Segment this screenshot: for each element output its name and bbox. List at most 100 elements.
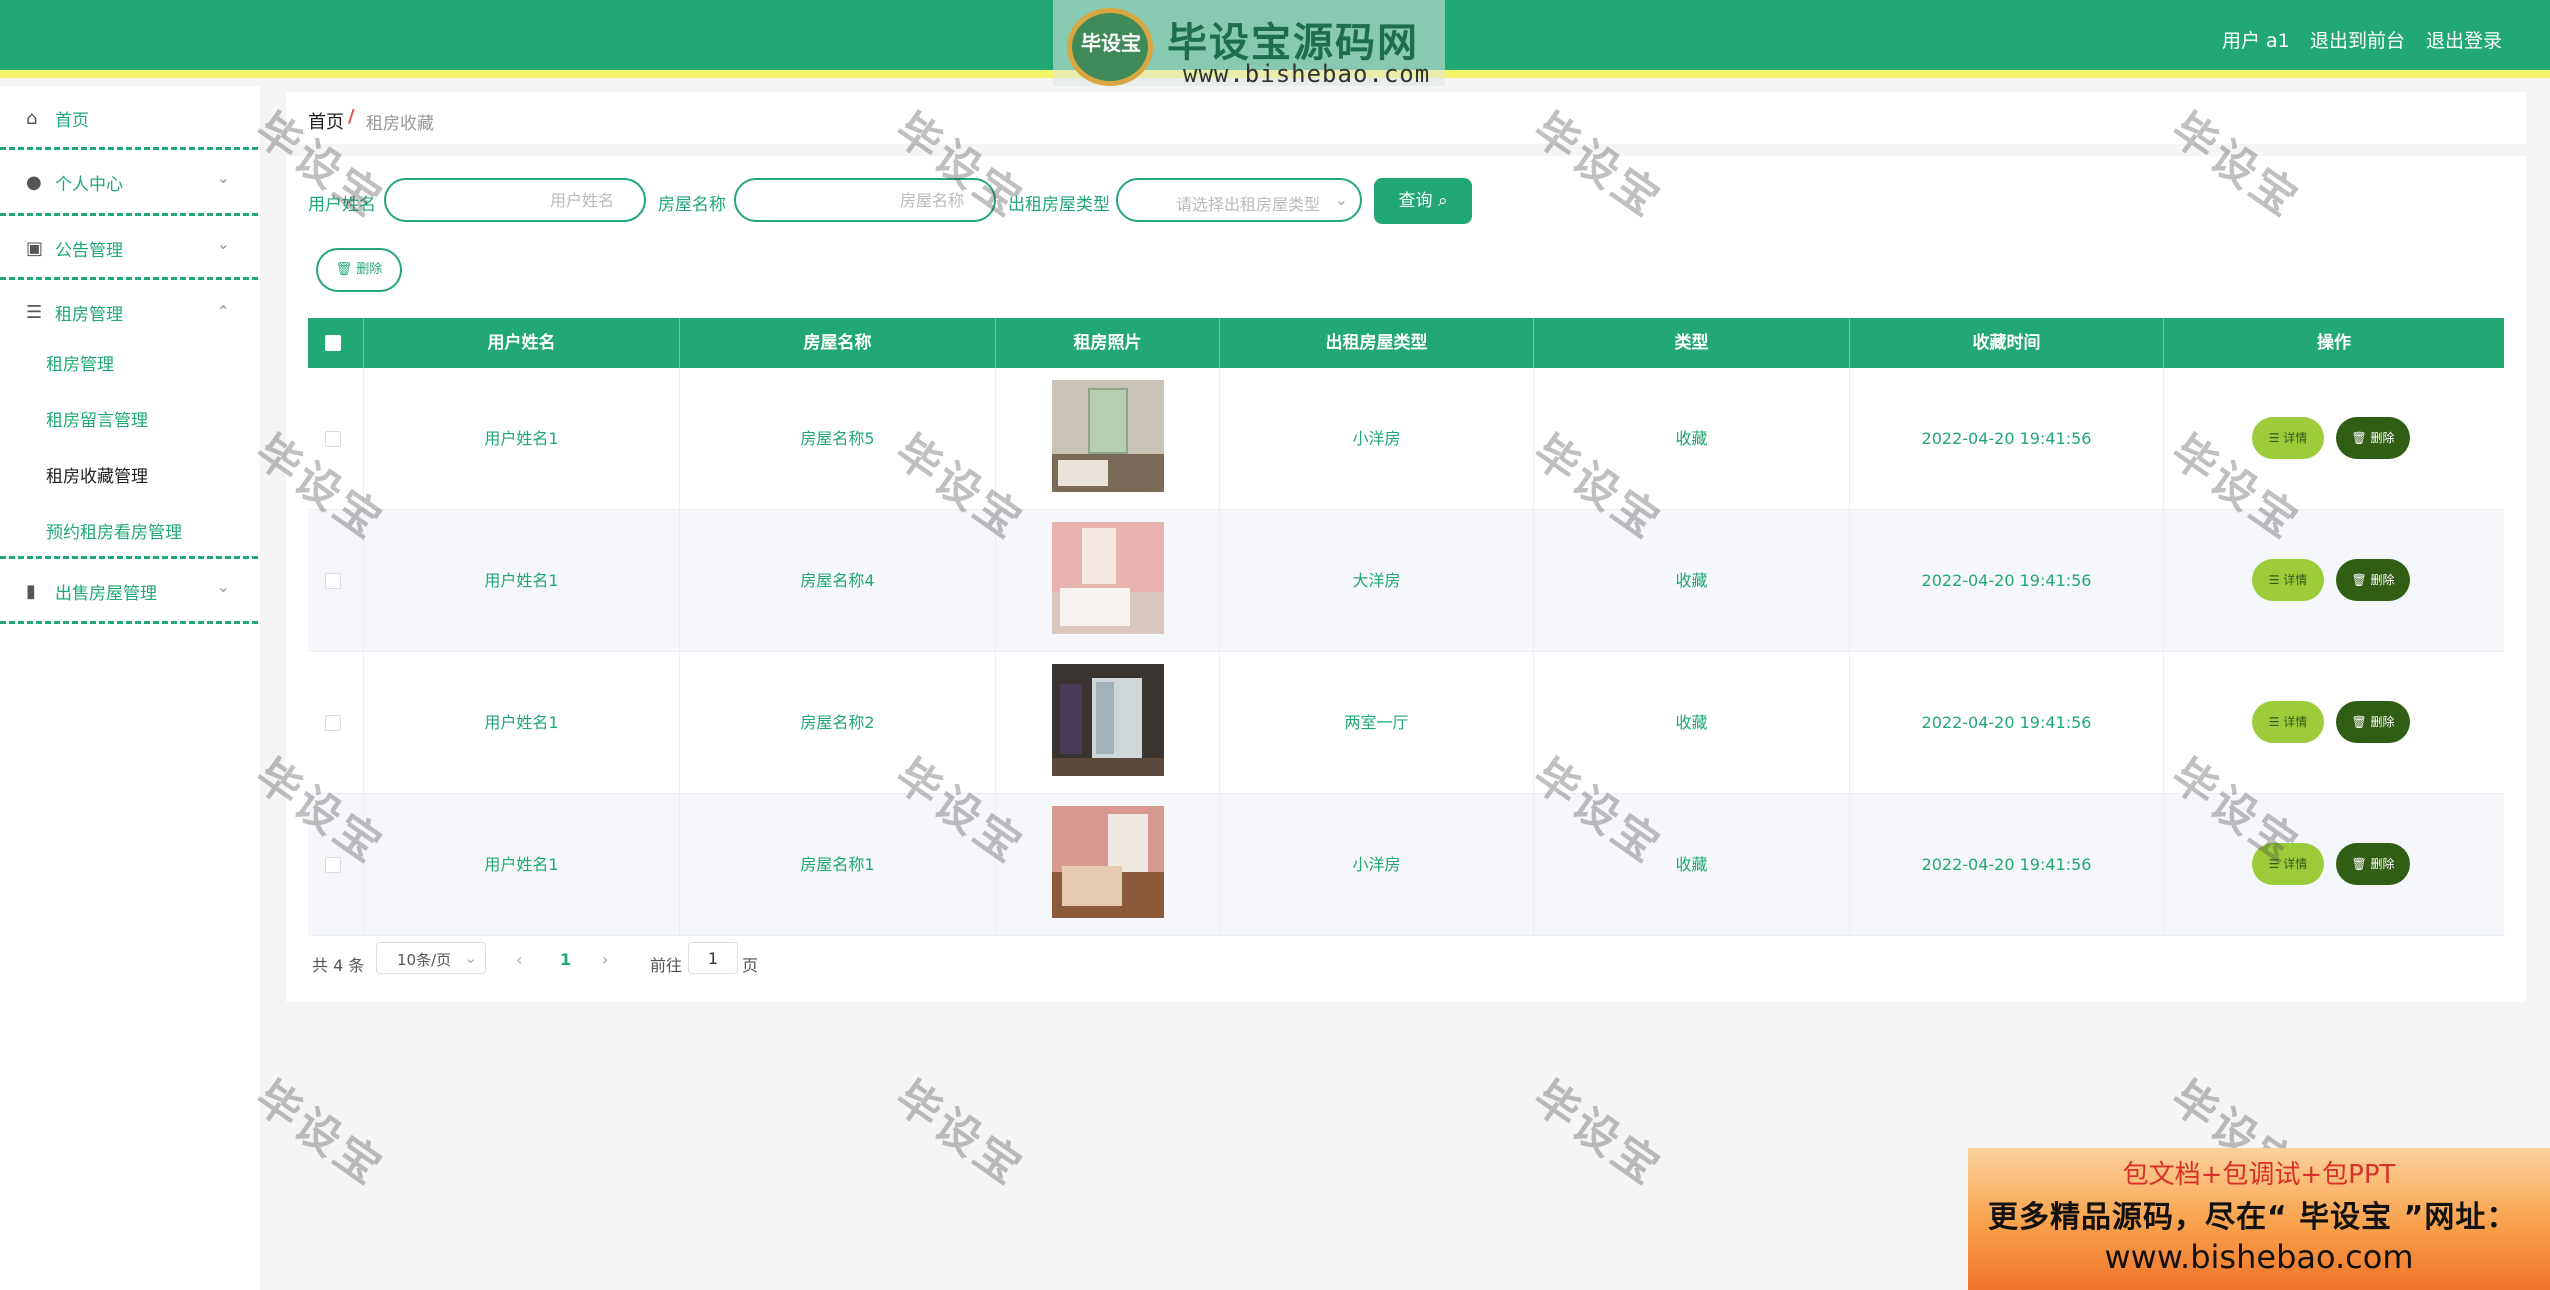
- table-row: 用户姓名1 房屋名称2 两室一厅 收藏 2022-04-20 19:41:56 …: [308, 652, 2504, 794]
- cell-user: 用户姓名1: [364, 794, 680, 936]
- row-checkbox[interactable]: [325, 573, 341, 589]
- page-suffix-label: 页: [742, 956, 759, 975]
- cell-user: 用户姓名1: [364, 652, 680, 794]
- query-button[interactable]: 查询 ⌕: [1374, 178, 1472, 224]
- sidebar-item-rental[interactable]: ☰ 租房管理 ⌃: [0, 280, 258, 344]
- cell-house: 房屋名称1: [680, 794, 996, 936]
- room-photo[interactable]: [1052, 806, 1164, 918]
- trash-icon: 🗑: [335, 262, 357, 277]
- row-select-cell: [308, 794, 364, 936]
- delete-label: 删除: [2370, 857, 2395, 871]
- breadcrumb-home[interactable]: 首页: [308, 108, 344, 134]
- detail-label: 详情: [2283, 573, 2308, 587]
- sidebar-item-home[interactable]: ⌂ 首页: [0, 86, 258, 150]
- room-photo[interactable]: [1052, 380, 1164, 492]
- breadcrumb-current: 租房收藏: [366, 114, 434, 134]
- column-header[interactable]: 出租房屋类型: [1220, 318, 1534, 368]
- cell-rental-type: 小洋房: [1220, 794, 1534, 936]
- logo-badge-text: 毕设宝: [1081, 31, 1141, 55]
- prev-page-icon[interactable]: ‹: [516, 950, 522, 969]
- page-size-select[interactable]: 10条/页 ⌄: [376, 942, 486, 974]
- rental-type-placeholder: 请选择出租房屋类型: [1175, 195, 1320, 214]
- row-select-cell: [308, 510, 364, 652]
- ad-line-2: 更多精品源码，尽在“ 毕设宝 ”网址：: [1988, 1200, 2518, 1235]
- column-header: 租房照片: [996, 318, 1220, 368]
- ad-line-3: www.bishebao.com: [2104, 1238, 2414, 1276]
- trash-icon: 🗑: [2351, 715, 2371, 729]
- detail-label: 详情: [2283, 715, 2308, 729]
- user-name-input[interactable]: [384, 178, 646, 222]
- row-checkbox[interactable]: [325, 431, 341, 447]
- trash-icon: 🗑: [2351, 431, 2371, 445]
- row-checkbox[interactable]: [325, 715, 341, 731]
- info-icon: ☰: [2268, 857, 2284, 871]
- trash-icon: 🗑: [2351, 857, 2371, 871]
- sidebar-item-label: 租房管理: [55, 305, 123, 325]
- delete-button[interactable]: 🗑 删除: [2336, 701, 2410, 743]
- sidebar-item-personal[interactable]: ● 个人中心 ⌄: [0, 150, 258, 216]
- cell-house: 房屋名称4: [680, 510, 996, 652]
- ad-line-1: 包文档+包调试+包PPT: [2122, 1160, 2396, 1190]
- select-all-cell: [308, 318, 364, 368]
- sidebar-subitem-rental-favorite[interactable]: 租房收藏管理: [46, 462, 148, 487]
- sidebar-item-label: 个人中心: [55, 175, 123, 195]
- delete-button[interactable]: 🗑 删除: [2336, 559, 2410, 601]
- goto-page-input[interactable]: [688, 942, 738, 974]
- detail-label: 详情: [2283, 857, 2308, 871]
- sidebar-subitem-rental-message[interactable]: 租房留言管理: [46, 406, 148, 431]
- breadcrumb-separator: /: [348, 106, 355, 127]
- column-header[interactable]: 收藏时间: [1850, 318, 2164, 368]
- sidebar-item-notice[interactable]: ▣ 公告管理 ⌄: [0, 216, 258, 280]
- search-icon: ⌕: [1437, 191, 1448, 211]
- watermark: 毕设宝: [245, 1071, 394, 1196]
- sidebar-item-label: 出售房屋管理: [55, 584, 157, 604]
- cell-house: 房屋名称2: [680, 652, 996, 794]
- cell-kind: 收藏: [1534, 652, 1850, 794]
- chevron-down-icon: ⌄: [216, 577, 230, 596]
- delete-button[interactable]: 🗑 删除: [2336, 843, 2410, 885]
- delete-button[interactable]: 🗑 删除: [2336, 417, 2410, 459]
- cell-actions: ☰ 详情 🗑 删除: [2164, 794, 2504, 936]
- logout-link[interactable]: 退出登录: [2426, 26, 2502, 53]
- cell-rental-type: 小洋房: [1220, 368, 1534, 510]
- cell-house: 房屋名称5: [680, 368, 996, 510]
- column-header[interactable]: 房屋名称: [680, 318, 996, 368]
- column-header[interactable]: 类型: [1534, 318, 1850, 368]
- detail-button[interactable]: ☰ 详情: [2252, 701, 2324, 743]
- row-checkbox[interactable]: [325, 857, 341, 873]
- ad-banner[interactable]: 包文档+包调试+包PPT 更多精品源码，尽在“ 毕设宝 ”网址： www.bis…: [1968, 1148, 2550, 1290]
- room-photo[interactable]: [1052, 664, 1164, 776]
- info-icon: ☰: [2268, 573, 2284, 587]
- cell-kind: 收藏: [1534, 794, 1850, 936]
- detail-button[interactable]: ☰ 详情: [2252, 559, 2324, 601]
- watermark: 毕设宝: [1523, 1071, 1672, 1196]
- room-photo[interactable]: [1052, 522, 1164, 634]
- chevron-down-icon: ⌄: [216, 168, 230, 187]
- row-select-cell: [308, 652, 364, 794]
- house-name-input[interactable]: [734, 178, 996, 222]
- page-number[interactable]: 1: [560, 950, 571, 969]
- next-page-icon[interactable]: ›: [602, 950, 608, 969]
- column-header: 操作: [2317, 333, 2351, 353]
- user-name-label: 用户姓名: [308, 195, 376, 215]
- sidebar-item-label: 公告管理: [55, 241, 123, 261]
- detail-button[interactable]: ☰ 详情: [2252, 417, 2324, 459]
- batch-delete-button[interactable]: 🗑 删除: [316, 248, 402, 292]
- logo-badge-icon: 毕设宝: [1067, 8, 1153, 86]
- sidebar-subitem-rental-viewing[interactable]: 预约租房看房管理: [46, 518, 182, 543]
- trash-icon: 🗑: [2351, 573, 2371, 587]
- sidebar-item-sale[interactable]: ▮ 出售房屋管理 ⌄: [0, 556, 258, 624]
- sidebar-subitem-rental[interactable]: 租房管理: [46, 350, 114, 375]
- row-select-cell: [308, 368, 364, 510]
- exit-to-front-link[interactable]: 退出到前台: [2310, 26, 2405, 53]
- rental-type-select[interactable]: 请选择出租房屋类型 ⌄: [1116, 178, 1362, 222]
- select-all-checkbox[interactable]: [325, 335, 341, 351]
- column-header[interactable]: 用户姓名: [364, 318, 680, 368]
- cell-actions: ☰ 详情 🗑 删除: [2164, 510, 2504, 652]
- sidebar: ⌂ 首页 ● 个人中心 ⌄ ▣ 公告管理 ⌄ ☰ 租房管理 ⌃ 租房管理 租房留…: [0, 86, 260, 1290]
- rental-type-label: 出租房屋类型: [1008, 195, 1110, 215]
- current-user: 用户 a1: [2222, 30, 2290, 52]
- cell-kind: 收藏: [1534, 368, 1850, 510]
- detail-button[interactable]: ☰ 详情: [2252, 843, 2324, 885]
- cell-photo: [996, 368, 1220, 510]
